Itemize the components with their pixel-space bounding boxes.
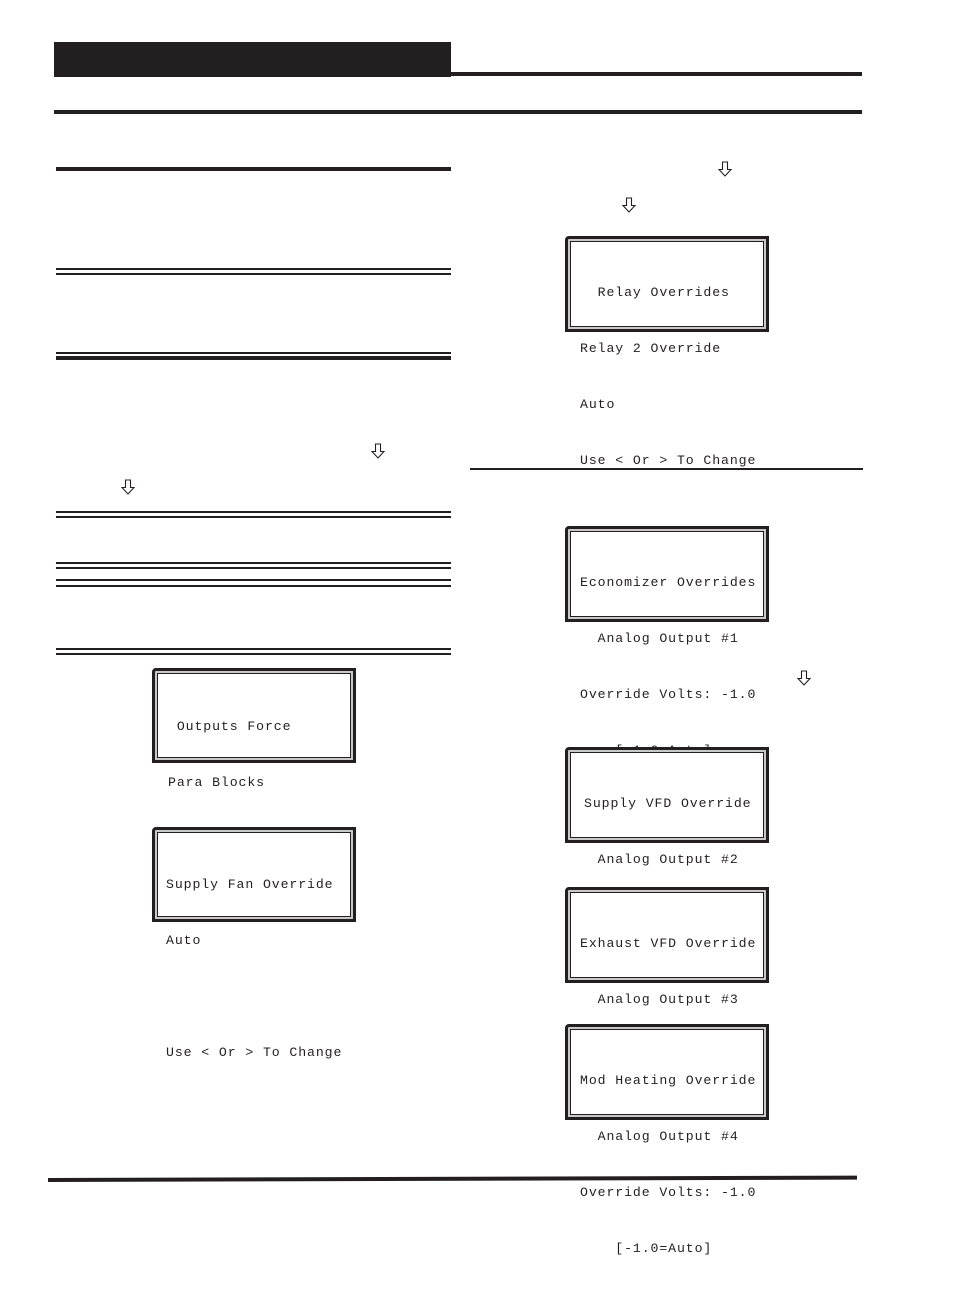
note-rule-bottom [56, 648, 451, 650]
header-title-bar [54, 42, 451, 77]
lcd-line: Economizer Overrides [580, 575, 757, 591]
lcd-screen-outputs-force-menu: Outputs Force Para Blocks Save / Load / … [152, 668, 356, 846]
down-arrow-icon [121, 479, 135, 495]
lcd-line: Supply Fan Override [166, 877, 334, 893]
note-rule-top [56, 516, 451, 518]
note-rule-top [56, 585, 451, 587]
lcd-line: Analog Output #3 [580, 991, 739, 1007]
lcd-screen-exhaust-vfd-override: Exhaust VFD Override Analog Output #3 Ov… [565, 887, 769, 1119]
note-rule-top [56, 273, 451, 275]
note-rule-top [56, 511, 451, 513]
note-rule-top [56, 579, 451, 581]
down-arrow-icon [622, 197, 636, 213]
lcd-line: Para Blocks [168, 774, 265, 790]
note-rule-bottom [56, 356, 451, 360]
lcd-line: Analog Output #4 [580, 1128, 739, 1144]
lcd-line: Auto [580, 396, 616, 412]
header-rule [451, 72, 862, 76]
lcd-line: Override Volts: -1.0 [580, 1184, 757, 1200]
lcd-line: Analog Output #1 [580, 630, 739, 646]
note-rule-bottom [56, 653, 451, 655]
note-rule-bottom [56, 567, 451, 569]
note-rule-top [56, 268, 451, 270]
note-rule-bottom [56, 352, 451, 354]
lcd-line: Use < Or > To Change [166, 1044, 343, 1060]
note-rule-bottom [56, 562, 451, 564]
lcd-line: Use < Or > To Change [580, 452, 757, 468]
lcd-line: Relay Overrides [580, 285, 730, 301]
lcd-screen-economizer-overrides: Economizer Overrides Analog Output #1 Ov… [565, 526, 769, 758]
lcd-screen-supply-fan-override: Supply Fan Override Auto Use < Or > To C… [152, 827, 356, 1060]
section-rule [56, 167, 451, 171]
header-divider [54, 110, 862, 114]
down-arrow-icon [797, 670, 811, 686]
down-arrow-icon [718, 161, 732, 177]
lcd-line: Supply VFD Override [584, 796, 752, 812]
lcd-line: [-1.0=Auto] [580, 1240, 713, 1256]
lcd-screen-relay-overrides: Relay Overrides Relay 2 Override Auto Us… [565, 236, 769, 468]
lcd-line: Mod Heating Override [580, 1073, 757, 1089]
lcd-line: Analog Output #2 [580, 851, 739, 867]
lcd-line: Outputs Force [168, 719, 292, 735]
lcd-screen-mod-heating-override: Mod Heating Override Analog Output #4 Ov… [565, 1024, 769, 1256]
lcd-line [166, 988, 350, 1007]
lcd-line: Exhaust VFD Override [580, 936, 757, 952]
lcd-line: Override Volts: -1.0 [580, 686, 757, 702]
lcd-screen-supply-vfd-override: Supply VFD Override Analog Output #2 Ove… [565, 747, 769, 979]
down-arrow-icon [371, 443, 385, 459]
lcd-line: Relay 2 Override [580, 340, 722, 356]
lcd-line: Auto [166, 932, 202, 948]
